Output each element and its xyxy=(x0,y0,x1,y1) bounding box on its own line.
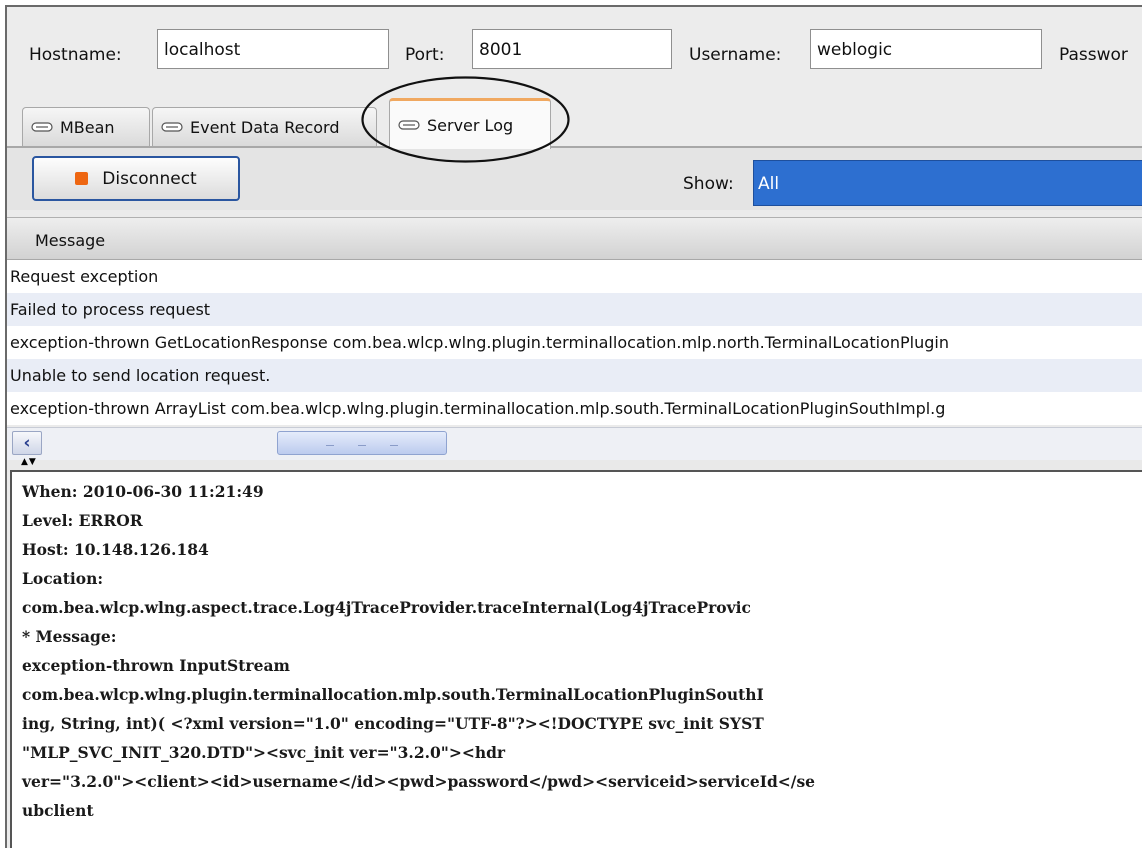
log-detail-line: Location: xyxy=(22,569,104,588)
plug-icon xyxy=(161,122,183,132)
horizontal-scrollbar[interactable]: ‹ xyxy=(7,427,1142,460)
tab-mbean[interactable]: MBean xyxy=(22,107,150,146)
log-detail-line: com.bea.wlcp.wlng.aspect.trace.Log4jTrac… xyxy=(22,598,751,617)
log-detail-line: Level: ERROR xyxy=(22,511,143,530)
log-detail-line: ing, String, int)( <?xml version="1.0" e… xyxy=(22,714,764,733)
tab-server-log[interactable]: Server Log xyxy=(389,98,551,149)
scroll-left-icon[interactable]: ‹ xyxy=(12,431,42,455)
table-row[interactable]: Request exception xyxy=(7,260,1142,293)
plug-icon xyxy=(31,122,53,132)
scrollbar-thumb[interactable] xyxy=(277,431,447,455)
hostname-label: Hostname: xyxy=(29,45,122,65)
log-detail-panel: When: 2010-06-30 11:21:49 Level: ERROR H… xyxy=(10,470,1142,848)
log-detail-line: * Message: xyxy=(22,627,117,646)
username-input[interactable]: weblogic xyxy=(810,29,1042,69)
message-column-header[interactable]: Message xyxy=(7,217,1142,260)
table-row[interactable]: exception-thrown ArrayList com.bea.wlcp.… xyxy=(7,392,1142,425)
log-detail-line: com.bea.wlcp.wlng.plugin.terminallocatio… xyxy=(22,685,764,704)
disconnect-label: Disconnect xyxy=(102,168,197,189)
password-label: Passwor xyxy=(1059,45,1128,65)
log-detail-line: ver="3.2.0"><client><id>username</id><pw… xyxy=(22,772,816,791)
grip-mark xyxy=(390,445,398,446)
log-detail-line: Host: 10.148.126.184 xyxy=(22,540,209,559)
tab-label: Event Data Record xyxy=(190,117,340,137)
tab-event-data-record[interactable]: Event Data Record xyxy=(152,107,377,146)
grip-mark xyxy=(326,445,334,446)
splitter-arrows-icon[interactable]: ▲▼ xyxy=(21,458,37,467)
log-detail-line: exception-thrown InputStream xyxy=(22,656,290,675)
table-row[interactable]: Unable to send location request. xyxy=(7,359,1142,392)
server-log-window: Hostname: localhost Port: 8001 Username:… xyxy=(5,5,1142,848)
log-detail-line: "MLP_SVC_INIT_320.DTD"><svc_init ver="3.… xyxy=(22,743,506,762)
tab-label: MBean xyxy=(60,117,115,137)
log-detail-line: When: 2010-06-30 11:21:49 xyxy=(22,482,264,501)
hostname-input[interactable]: localhost xyxy=(157,29,389,69)
port-input[interactable]: 8001 xyxy=(472,29,672,69)
port-label: Port: xyxy=(405,45,445,65)
stop-icon xyxy=(75,172,89,185)
tab-label: Server Log xyxy=(427,115,514,135)
table-row[interactable]: exception-thrown GetLocationResponse com… xyxy=(7,326,1142,359)
log-detail-line: ubclient xyxy=(22,801,94,820)
table-row[interactable]: Failed to process request xyxy=(7,293,1142,326)
grip-mark xyxy=(358,445,366,446)
disconnect-button[interactable]: Disconnect xyxy=(32,156,240,201)
plug-icon xyxy=(398,120,420,130)
show-filter-select[interactable]: All xyxy=(753,160,1142,206)
username-label: Username: xyxy=(689,45,782,65)
show-label: Show: xyxy=(683,174,734,194)
